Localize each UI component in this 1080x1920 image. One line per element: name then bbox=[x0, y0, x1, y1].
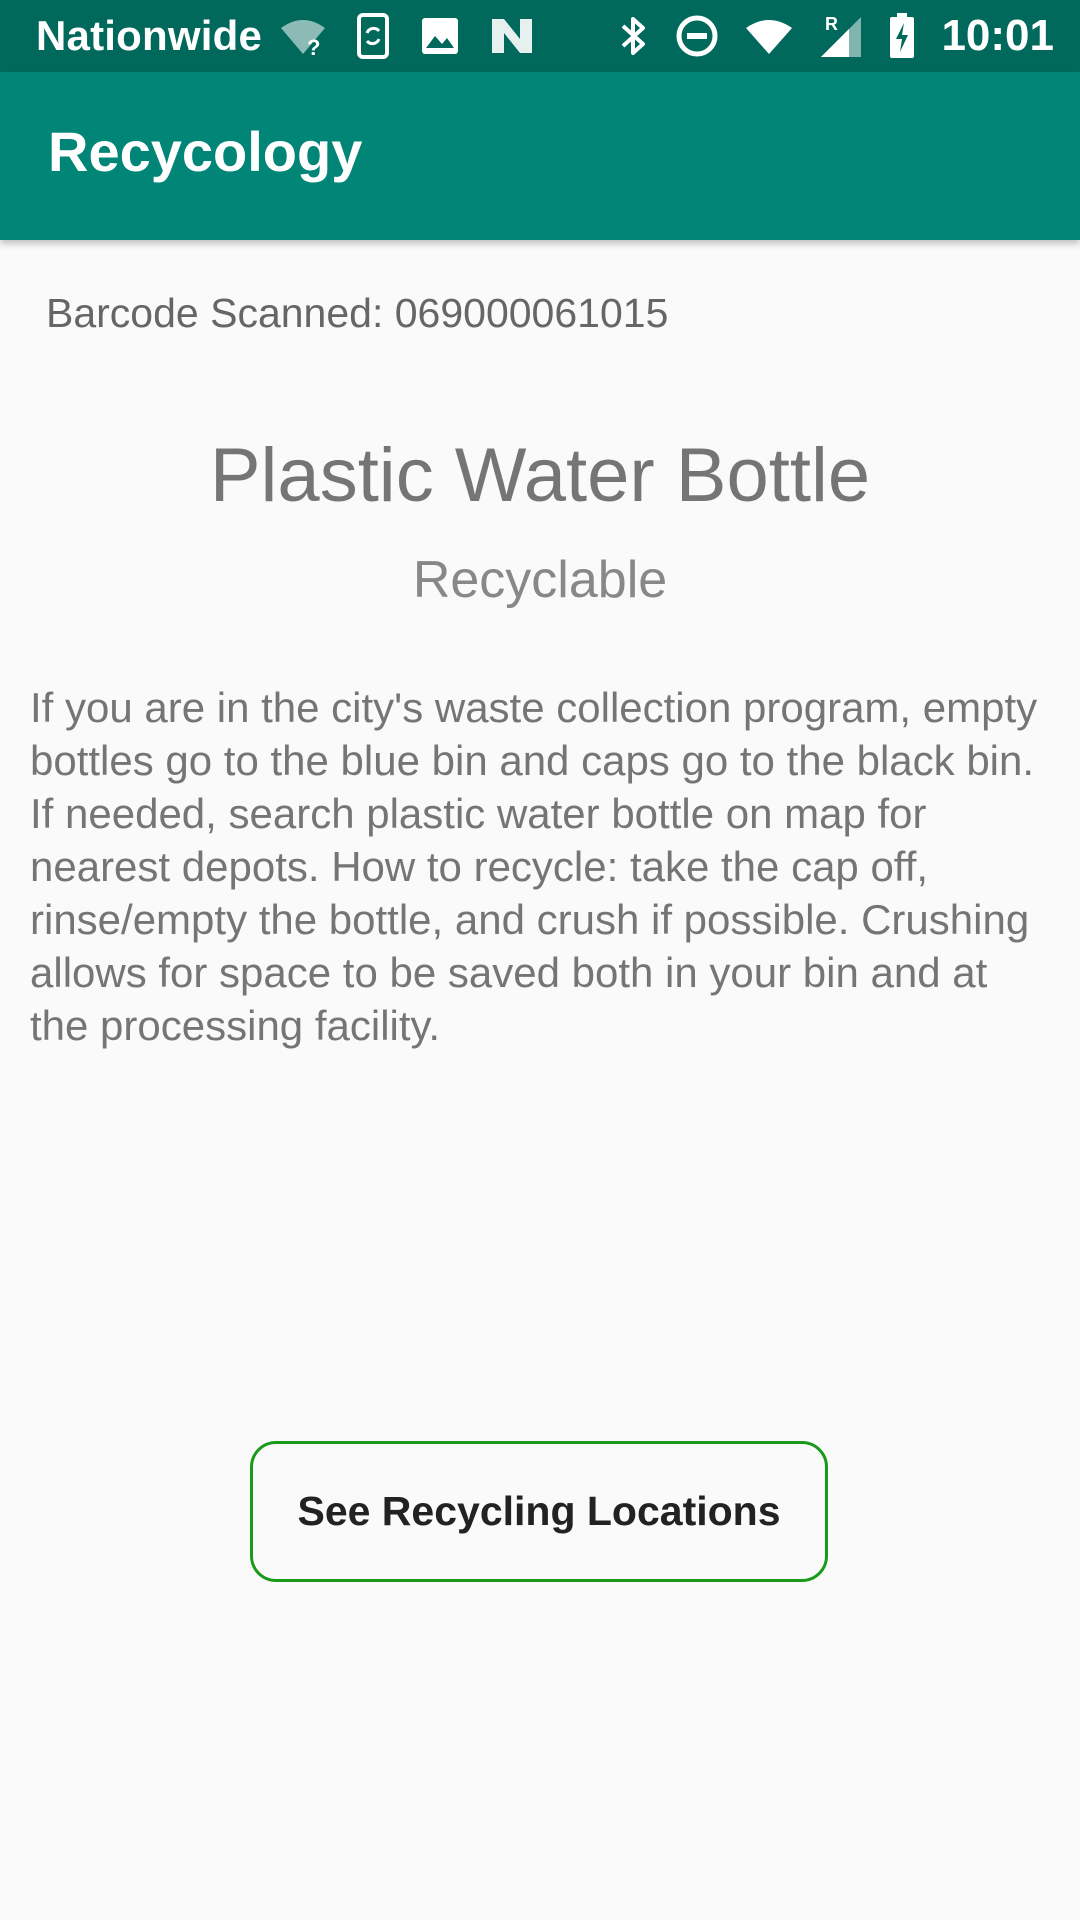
phone-sync-icon bbox=[357, 13, 390, 59]
do-not-disturb-icon bbox=[676, 15, 718, 57]
system-icons: R bbox=[593, 13, 915, 59]
recycling-instructions: If you are in the city's waste collectio… bbox=[30, 684, 1038, 1049]
carrier-name: Nationwide bbox=[36, 12, 263, 59]
n-logo-icon bbox=[492, 19, 533, 53]
app-title: Recycology bbox=[48, 119, 363, 183]
recyclability-status: Recyclable bbox=[412, 551, 668, 609]
wifi-unknown-icon: ? bbox=[281, 20, 326, 56]
image-icon bbox=[422, 18, 459, 54]
product-name: Plastic Water Bottle bbox=[209, 433, 871, 518]
app-bar: Recycology bbox=[0, 72, 1080, 240]
see-recycling-locations-button[interactable]: See Recycling Locations bbox=[250, 1441, 828, 1582]
bluetooth-icon bbox=[622, 17, 646, 55]
battery-charging-icon bbox=[890, 13, 915, 58]
wifi-icon bbox=[746, 20, 793, 54]
barcode-scanned-text: Barcode Scanned: 069000061015 bbox=[46, 290, 669, 336]
svg-text:?: ? bbox=[307, 35, 320, 56]
status-bar: Nationwide ? R 10:01 bbox=[0, 0, 1080, 72]
svg-text:R: R bbox=[825, 14, 838, 34]
clock: 10:01 bbox=[941, 11, 1054, 60]
notification-icons: ? bbox=[280, 13, 564, 59]
cell-signal-icon: R bbox=[821, 14, 862, 57]
